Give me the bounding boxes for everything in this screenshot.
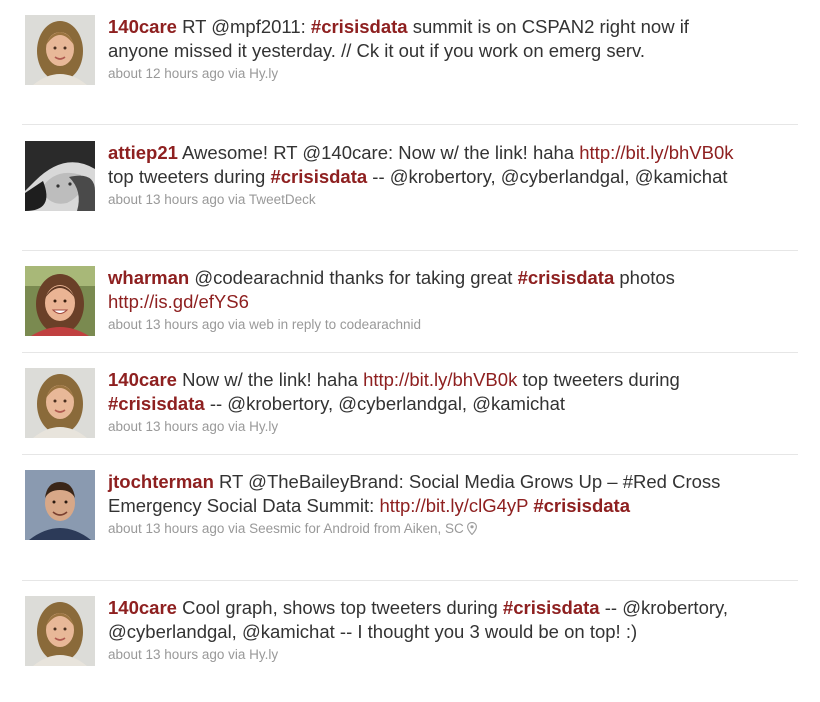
url-link[interactable]: http://bit.ly/bhVB0k: [363, 369, 517, 390]
tweet-text-segment: photos: [614, 267, 675, 288]
url-link[interactable]: http://bit.ly/clG4yP: [379, 495, 528, 516]
hashtag-link[interactable]: #crisisdata: [533, 495, 630, 516]
tweet-content: Awesome! RT @140care: Now w/ the link! h…: [108, 142, 734, 187]
tweet-text-segment: -- @krobertory, @cyberlandgal, @kamichat: [367, 165, 728, 187]
tweet-text: wharman @codearachnid thanks for taking …: [108, 266, 748, 313]
source-link[interactable]: Hy.ly: [249, 66, 278, 81]
timestamp-link[interactable]: about 12 hours ago: [108, 66, 224, 81]
author-link[interactable]: wharman: [108, 267, 189, 288]
tweet-text-segment: top tweeters during: [517, 369, 680, 390]
avatar[interactable]: [25, 15, 95, 85]
timestamp-link[interactable]: about 13 hours ago: [108, 521, 224, 536]
tweet-text-segment: Now w/ the link! haha: [176, 369, 364, 390]
tweet-body: wharman @codearachnid thanks for taking …: [108, 266, 748, 334]
woman-longhair-avatar-icon: [25, 368, 95, 438]
source-link[interactable]: Seesmic for Android: [249, 521, 370, 536]
in-reply-to-link[interactable]: in reply to codearachnid: [274, 317, 421, 332]
via-label: via: [224, 521, 250, 536]
via-label: via: [224, 317, 250, 332]
url-link[interactable]: http://is.gd/efYS6: [108, 291, 249, 312]
tweet-meta: about 13 hours ago via web in reply to c…: [108, 316, 748, 334]
tweet-meta: about 13 hours ago via Seesmic for Andro…: [108, 520, 748, 538]
avatar[interactable]: [25, 141, 95, 211]
bw-portrait-avatar-icon: [25, 141, 95, 211]
tweet-text: jtochterman RT @TheBaileyBrand: Social M…: [108, 470, 748, 517]
avatar[interactable]: [25, 596, 95, 666]
woman-longhair-avatar-icon: [25, 15, 95, 85]
divider: [22, 124, 798, 125]
source-link[interactable]: web: [249, 317, 274, 332]
hashtag-link[interactable]: #crisisdata: [108, 393, 205, 414]
author-link[interactable]: 140care: [108, 597, 177, 618]
tweet-meta: about 13 hours ago via TweetDeck: [108, 191, 748, 209]
hashtag-link[interactable]: #crisisdata: [270, 166, 367, 187]
tweet-body: 140care RT @mpf2011: #crisisdata summit …: [108, 15, 748, 83]
timestamp-link[interactable]: about 13 hours ago: [108, 419, 224, 434]
tweet-body: 140care Cool graph, shows top tweeters d…: [108, 596, 748, 664]
man-portrait-avatar-icon: [25, 470, 95, 540]
tweet-body: 140care Now w/ the link! haha http://bit…: [108, 368, 748, 436]
author-link[interactable]: 140care: [108, 369, 177, 390]
woman-longhair-avatar-icon: [25, 596, 95, 666]
tweet-text: 140care RT @mpf2011: #crisisdata summit …: [108, 15, 748, 62]
hashtag-link[interactable]: #crisisdata: [518, 267, 615, 288]
source-link[interactable]: Hy.ly: [249, 647, 278, 662]
tweet-content: Now w/ the link! haha http://bit.ly/bhVB…: [108, 369, 680, 414]
tweet-content: RT @mpf2011: #crisisdata summit is on CS…: [108, 16, 689, 61]
via-label: via: [224, 192, 249, 207]
woman-smiling-avatar-icon: [25, 266, 95, 336]
via-label: via: [224, 419, 250, 434]
via-label: via: [224, 66, 250, 81]
avatar[interactable]: [25, 470, 95, 540]
via-label: via: [224, 647, 250, 662]
hashtag-link[interactable]: #crisisdata: [503, 597, 600, 618]
author-link[interactable]: 140care: [108, 16, 177, 37]
tweet-content: Cool graph, shows top tweeters during #c…: [108, 597, 728, 642]
location-link[interactable]: from Aiken, SC: [370, 521, 464, 536]
divider: [22, 352, 798, 353]
tweet-body: attiep21 Awesome! RT @140care: Now w/ th…: [108, 141, 748, 209]
avatar[interactable]: [25, 266, 95, 336]
author-link[interactable]: attiep21: [108, 142, 178, 163]
tweet-text-segment: @codearachnid thanks for taking great: [189, 267, 518, 288]
divider: [22, 250, 798, 251]
location-pin-icon[interactable]: [466, 522, 477, 535]
timestamp-link[interactable]: about 13 hours ago: [108, 647, 224, 662]
divider: [22, 580, 798, 581]
source-link[interactable]: TweetDeck: [249, 192, 316, 207]
tweet-text: 140care Now w/ the link! haha http://bit…: [108, 368, 748, 415]
tweet-body: jtochterman RT @TheBaileyBrand: Social M…: [108, 470, 748, 538]
divider: [22, 454, 798, 455]
url-link[interactable]: http://bit.ly/bhVB0k: [579, 142, 733, 163]
tweet-text-segment: Awesome! RT @140care: Now w/ the link! h…: [177, 142, 580, 163]
tweet-text-segment: Cool graph, shows top tweeters during: [176, 597, 503, 618]
tweet-timeline: 140care RT @mpf2011: #crisisdata summit …: [0, 0, 820, 702]
tweet-text-segment: -- @krobertory, @cyberlandgal, @kamichat: [204, 392, 566, 414]
tweet-text: 140care Cool graph, shows top tweeters d…: [108, 596, 748, 643]
timestamp-link[interactable]: about 13 hours ago: [108, 192, 224, 207]
timestamp-link[interactable]: about 13 hours ago: [108, 317, 224, 332]
tweet-text-segment: RT @mpf2011:: [176, 16, 311, 37]
tweet-text: attiep21 Awesome! RT @140care: Now w/ th…: [108, 141, 748, 188]
avatar[interactable]: [25, 368, 95, 438]
source-link[interactable]: Hy.ly: [249, 419, 278, 434]
author-link[interactable]: jtochterman: [108, 471, 214, 492]
tweet-meta: about 12 hours ago via Hy.ly: [108, 65, 748, 83]
tweet-content: @codearachnid thanks for taking great #c…: [108, 267, 675, 312]
tweet-text-segment: top tweeters during: [108, 165, 271, 187]
tweet-meta: about 13 hours ago via Hy.ly: [108, 418, 748, 436]
tweet-meta: about 13 hours ago via Hy.ly: [108, 646, 748, 664]
hashtag-link[interactable]: #crisisdata: [311, 16, 408, 37]
